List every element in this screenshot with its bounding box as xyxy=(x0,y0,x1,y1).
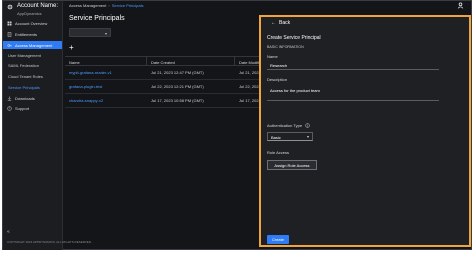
breadcrumb-parent[interactable]: Access Management xyxy=(69,3,106,8)
user-icon[interactable] xyxy=(457,2,464,9)
description-label: Description xyxy=(267,77,288,82)
sidebar-item-label: Support xyxy=(15,105,30,111)
download-icon xyxy=(7,96,12,101)
panel-title: Create Service Principal xyxy=(267,35,321,41)
sidebar-item-cloud-tenant-roles[interactable]: Cloud Tenant Roles xyxy=(3,72,62,80)
sidebar-item-label: Access Management xyxy=(15,42,53,48)
app-window: Account Name: AppDynamics Account Overvi… xyxy=(2,0,472,250)
sidebar: Account Name: AppDynamics Account Overvi… xyxy=(3,1,92,250)
sidebar-item-label: Entitlements xyxy=(15,31,38,37)
description-field[interactable]: Access for the product team xyxy=(267,85,439,101)
chevron-double-left-icon[interactable]: « xyxy=(7,229,10,235)
grid-icon xyxy=(7,21,12,25)
back-button[interactable]: ← Back xyxy=(271,20,290,26)
column-header-name[interactable]: Name xyxy=(65,57,147,65)
settings-icon xyxy=(7,4,13,10)
arrow-left-icon: ← xyxy=(271,20,276,26)
sidebar-item-saml-federation[interactable]: SAML Federation xyxy=(3,61,62,69)
breadcrumb-separator: › xyxy=(108,2,110,8)
column-header-date-modified[interactable]: Date Modified xyxy=(235,57,264,65)
date-modified: Jul 21, 2023 xyxy=(239,70,261,75)
name-field[interactable]: Research xyxy=(267,60,439,70)
principal-name-link[interactable]: chandra-snappy-v2 xyxy=(65,98,147,103)
authentication-type-label-row: Authentication Type xyxy=(267,123,310,128)
principal-name-link[interactable]: grafana-plugin-test xyxy=(65,84,147,89)
back-label: Back xyxy=(279,20,291,26)
sidebar-item-label: Service Principals xyxy=(8,84,40,90)
sidebar-item-label: Account Overview xyxy=(15,20,48,26)
sidebar-item-entitlements[interactable]: Entitlements xyxy=(3,30,62,38)
account-org: AppDynamics xyxy=(17,11,42,16)
sidebar-item-label: Cloud Tenant Roles xyxy=(8,73,43,79)
assign-role-access-button[interactable]: Assign Role Access xyxy=(267,160,317,170)
sidebar-item-access-management[interactable]: Access Management xyxy=(3,41,62,49)
section-basic-information: BASIC INFORMATION xyxy=(267,45,304,49)
create-button[interactable]: Create xyxy=(267,235,289,244)
key-icon xyxy=(7,43,12,47)
sidebar-item-user-management[interactable]: User Management xyxy=(3,51,62,59)
account-header[interactable]: Account Name: AppDynamics xyxy=(7,3,61,17)
date-modified: Jul 22, 2023 xyxy=(239,84,261,89)
service-principals-table: Name Date Created Date Modified mypit-gr… xyxy=(65,56,264,108)
table-row[interactable]: grafana-plugin-test Jul 22, 2023 12:21 P… xyxy=(65,80,261,94)
role-access-label: Role Access xyxy=(267,150,290,155)
page-title: Service Principals xyxy=(69,15,125,22)
copyright-text: COPYRIGHT 2023 APPDYNAMICS. ALL RIGHTS R… xyxy=(7,240,92,244)
top-bar: Access Management › Service Principals xyxy=(63,1,472,9)
account-name: Account Name: xyxy=(17,3,59,9)
chevron-down-icon: ▾ xyxy=(306,134,309,139)
info-icon[interactable] xyxy=(305,123,310,128)
date-modified: Jul 17, 2023 xyxy=(239,98,261,103)
filter-dropdown[interactable]: ▾ xyxy=(69,28,111,37)
table-row[interactable]: chandra-snappy-v2 Jul 17, 2023 10:58 PM … xyxy=(65,94,261,108)
sidebar-item-service-principals[interactable]: Service Principals xyxy=(3,83,62,91)
add-button[interactable]: + xyxy=(69,43,74,52)
name-label: Name xyxy=(267,54,278,59)
sidebar-item-label: User Management xyxy=(8,52,41,58)
chevron-down-icon: ▾ xyxy=(104,31,107,36)
sidebar-item-account-overview[interactable]: Account Overview xyxy=(3,19,62,27)
document-icon xyxy=(7,31,12,37)
column-header-date-created[interactable]: Date Created xyxy=(147,57,235,65)
breadcrumb-current[interactable]: Service Principals xyxy=(112,3,144,8)
authentication-type-select[interactable]: Basic ▾ xyxy=(267,132,313,141)
sidebar-item-label: Downloads xyxy=(15,95,35,101)
table-row[interactable]: mypit-grafana-reader-v1 Jul 21, 2023 12:… xyxy=(65,66,261,80)
sidebar-item-label: SAML Federation xyxy=(8,62,39,68)
sidebar-item-support[interactable]: ? Support xyxy=(3,104,62,112)
date-created: Jul 17, 2023 10:58 PM (GMT) xyxy=(151,98,204,103)
principal-name-link[interactable]: mypit-grafana-reader-v1 xyxy=(65,70,147,75)
date-created: Jul 21, 2023 12:47 PM (GMT) xyxy=(151,70,204,75)
create-service-principal-panel: ← Back Create Service Principal BASIC IN… xyxy=(259,15,471,247)
help-icon: ? xyxy=(7,105,12,111)
authentication-type-value: Basic xyxy=(271,135,281,140)
table-header: Name Date Created Date Modified xyxy=(65,56,264,66)
sidebar-item-downloads[interactable]: Downloads xyxy=(3,94,62,102)
date-created: Jul 22, 2023 12:21 PM (GMT) xyxy=(151,84,204,89)
authentication-type-label: Authentication Type xyxy=(267,123,303,128)
